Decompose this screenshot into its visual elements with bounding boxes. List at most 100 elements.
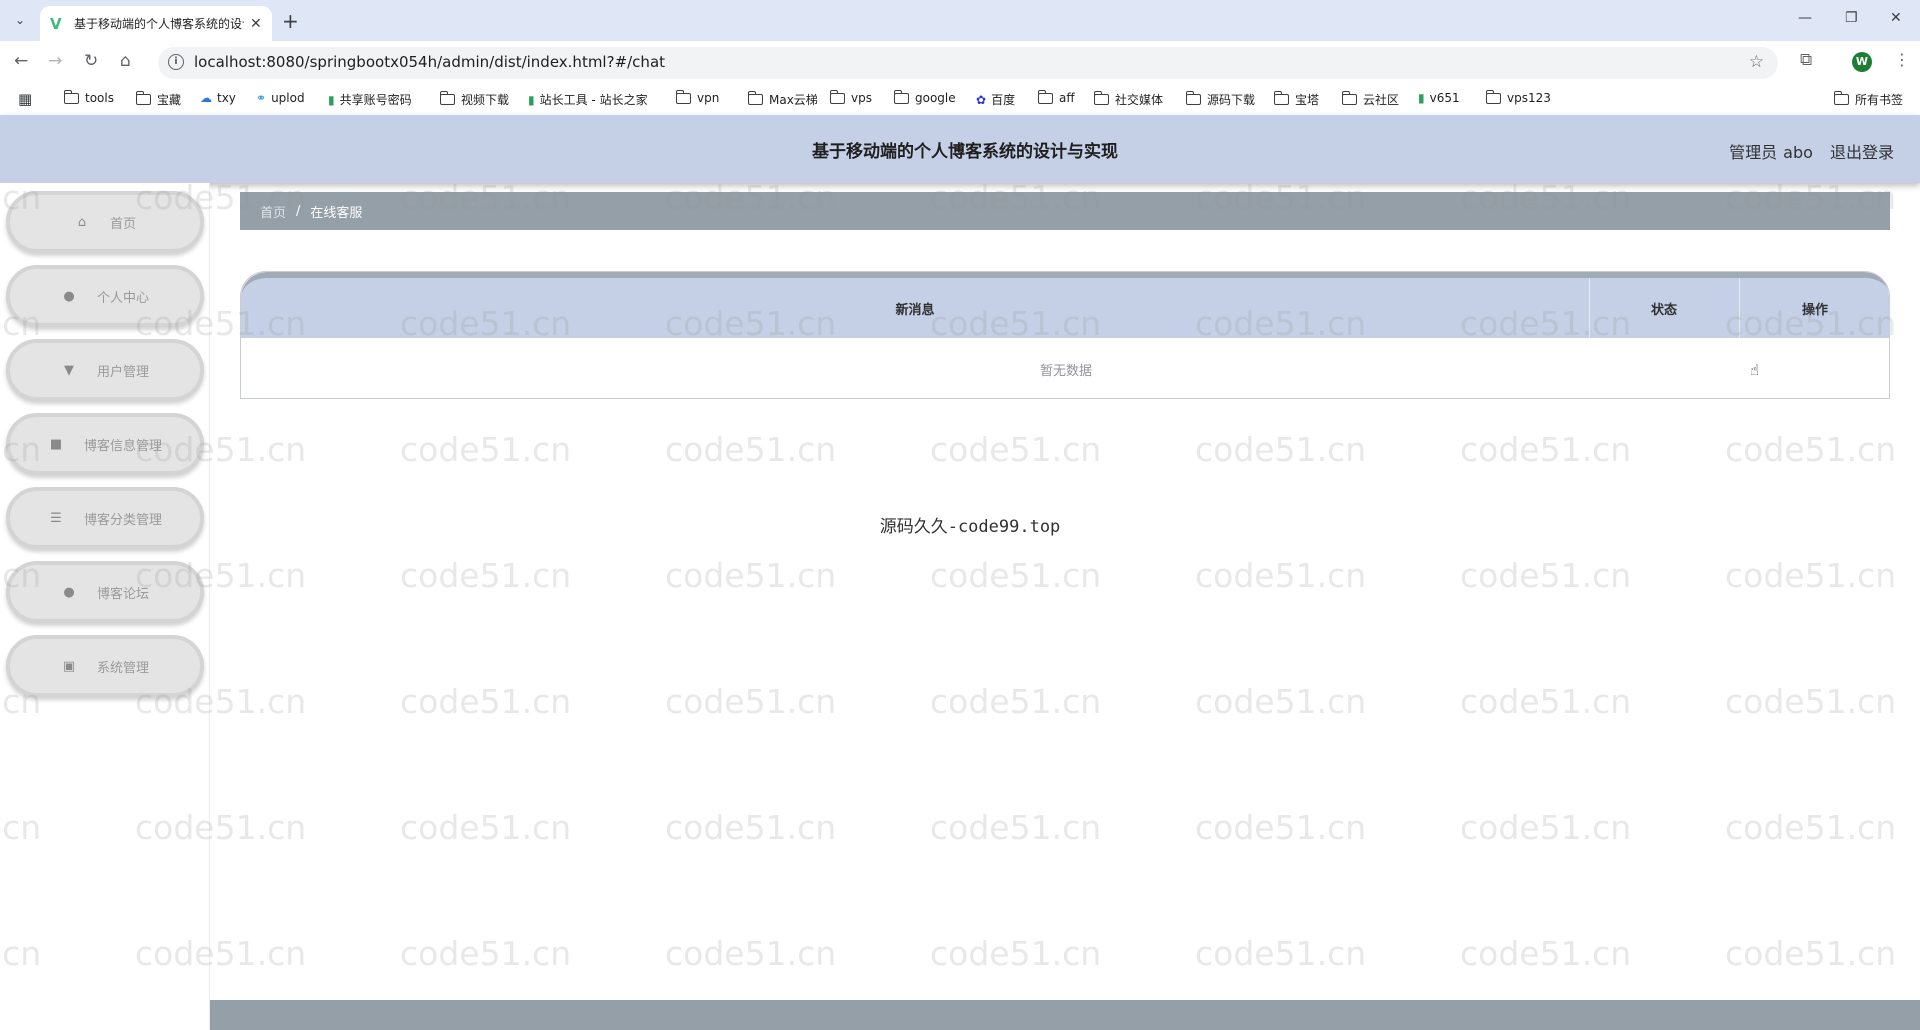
bookmark-item[interactable]: tools — [63, 89, 114, 105]
home-browser-icon[interactable]: ⌂ — [120, 51, 131, 71]
reload-icon[interactable]: ↻ — [84, 51, 98, 71]
watermark-text: code51.cn — [665, 430, 837, 469]
back-arrow-icon[interactable]: ← — [14, 51, 28, 71]
browser-toolbar: ← → ↻ ⌂ i localhost:8080/springbootx054h… — [0, 41, 1920, 85]
hand-cursor-icon: ☝ — [1750, 361, 1760, 379]
site-info-icon[interactable]: i — [168, 54, 184, 70]
bookmark-item[interactable]: 云社区 — [1341, 91, 1399, 108]
browser-tab-active[interactable]: V 基于移动端的个人博客系统的设计与实现 ✕ — [40, 6, 272, 41]
breadcrumb: 首页 / 在线客服 — [240, 192, 1890, 230]
sidebar-item-blog-forum[interactable]: ● 博客论坛 — [6, 561, 204, 623]
user-name: abo — [1783, 143, 1813, 162]
bookmark-label: txy — [217, 91, 236, 105]
sidebar-item-label: 博客信息管理 — [83, 438, 162, 454]
folder-icon — [439, 91, 455, 105]
bookmark-item[interactable]: vpn — [675, 89, 719, 105]
bookmark-label: uplod — [271, 91, 305, 105]
tab-title: 基于移动端的个人博客系统的设计与实现 — [74, 17, 244, 31]
bookmark-item[interactable]: ▮ v651 — [1418, 91, 1460, 105]
address-url[interactable]: localhost:8080/springbootx054h/admin/dis… — [194, 53, 665, 71]
folder-icon — [1833, 91, 1849, 105]
bookmark-item[interactable]: vps123 — [1485, 89, 1551, 105]
sidebar-item-blog-info[interactable]: ■ 博客信息管理 — [6, 413, 204, 475]
watermark-text: code51.cn — [665, 556, 837, 595]
watermark-text: code51.cn — [1195, 682, 1367, 721]
folder-icon — [1093, 91, 1109, 105]
extensions-icon[interactable]: ⧉ — [1800, 50, 1812, 70]
watermark-text: code51.cn — [400, 556, 572, 595]
bookmark-item[interactable]: 源码下载 — [1185, 91, 1255, 108]
browser-tabstrip: ⌄ V 基于移动端的个人博客系统的设计与实现 ✕ + — ❐ ✕ — [0, 0, 1920, 41]
watermark-text: code51.cn — [400, 430, 572, 469]
sidebar-item-personal-center[interactable]: ● 个人中心 — [6, 265, 204, 327]
minimize-icon[interactable]: — — [1798, 10, 1812, 26]
sidebar-item-user-management[interactable]: ▼ 用户管理 — [6, 339, 204, 401]
bookmark-item[interactable]: ⚭ uplod — [256, 91, 305, 105]
logout-link[interactable]: 退出登录 — [1830, 143, 1894, 162]
bookmark-label: google — [915, 91, 956, 105]
window-close-icon[interactable]: ✕ — [1890, 10, 1902, 26]
sidebar-item-home[interactable]: ⌂ 首页 — [6, 191, 204, 253]
folder-icon — [675, 89, 691, 104]
bookmark-item[interactable]: ☁ txy — [200, 91, 236, 105]
bookmark-label: 百度 — [991, 93, 1016, 107]
bookmark-item[interactable]: 宝塔 — [1273, 91, 1320, 108]
watermark-text: code51.cn — [1195, 556, 1367, 595]
user-role: 管理员 — [1729, 143, 1778, 162]
watermark-text: code51.cn — [665, 934, 837, 973]
breadcrumb-home[interactable]: 首页 — [260, 202, 286, 221]
cloud-icon: ☁ — [200, 91, 212, 105]
watermark-text: code51.cn — [930, 430, 1102, 469]
bookmark-item[interactable]: google — [893, 89, 956, 105]
new-tab-button[interactable]: + — [282, 9, 299, 33]
bookmarks-bar: ▦ tools 宝藏 ☁ txy ⚭ uplod ▮ 共享账号密码 视频下载 ▮ 站长工具 - 站长… — [0, 85, 1920, 115]
watermark-text: code51.cn — [665, 808, 837, 847]
bookmark-item[interactable]: ▮ 站长工具 - 站长之家 — [528, 91, 648, 108]
bookmark-item[interactable]: ✿ 百度 — [976, 91, 1015, 108]
folder-icon — [893, 89, 909, 104]
forward-arrow-icon[interactable]: → — [48, 51, 62, 71]
bookmark-item[interactable]: 社交媒体 — [1093, 91, 1163, 108]
profile-avatar[interactable]: W — [1852, 52, 1872, 72]
clipboard-icon: ▣ — [62, 658, 76, 674]
sidebar-item-label: 首页 — [109, 216, 136, 232]
user-info: 管理员 abo 退出登录 — [1723, 139, 1894, 163]
folder-icon — [1485, 89, 1501, 104]
bookmark-item[interactable]: aff — [1037, 89, 1075, 105]
sidebar-item-label: 个人中心 — [96, 290, 149, 306]
watermark-text: code51.cn — [1195, 934, 1367, 973]
bookmark-item[interactable]: ▮ 共享账号密码 — [328, 91, 412, 108]
browser-menu-icon[interactable]: ⋮ — [1894, 50, 1910, 69]
tab-list-chevron-icon[interactable]: ⌄ — [8, 8, 32, 32]
bookmark-label: 视频下载 — [461, 93, 510, 107]
bookmark-item[interactable]: vps — [829, 89, 872, 105]
page-title: 基于移动端的个人博客系统的设计与实现 — [812, 142, 1118, 162]
watermark-text: code51.cn — [1460, 934, 1632, 973]
folder-icon — [1273, 91, 1289, 105]
address-bar[interactable]: i localhost:8080/springbootx054h/admin/d… — [158, 47, 1778, 79]
breadcrumb-current: 在线客服 — [310, 205, 363, 221]
all-bookmarks[interactable]: 所有书签 — [1833, 91, 1903, 108]
bookmark-label: vps — [851, 91, 872, 105]
bookmark-label: 宝塔 — [1295, 93, 1320, 107]
sidebar-item-label: 用户管理 — [96, 364, 149, 380]
watermark-text: code51.cn — [665, 682, 837, 721]
bookmark-item[interactable]: Max云梯 — [747, 91, 818, 108]
bookmark-label: 共享账号密码 — [339, 93, 412, 107]
bookmark-star-icon[interactable]: ☆ — [1749, 52, 1764, 72]
bookmark-item[interactable]: 视频下载 — [439, 91, 510, 108]
apps-grid-icon[interactable]: ▦ — [18, 90, 32, 108]
footer-source-text: 源码久久-code99.top — [879, 517, 1061, 537]
tab-close-icon[interactable]: ✕ — [250, 16, 262, 32]
folder-icon — [135, 91, 151, 105]
watermark-text: code51.cn — [930, 556, 1102, 595]
site-icon: ▮ — [328, 92, 335, 107]
sidebar-item-system[interactable]: ▣ 系统管理 — [6, 635, 204, 697]
table-header: 新消息 状态 操作 — [241, 272, 1889, 338]
briefcase-icon: ■ — [49, 436, 63, 452]
folder-icon — [1037, 89, 1053, 104]
restore-icon[interactable]: ❐ — [1845, 10, 1858, 26]
bookmark-label: 站长工具 - 站长之家 — [539, 93, 648, 107]
watermark-text: code51.cn — [1460, 556, 1632, 595]
bookmark-item[interactable]: 宝藏 — [135, 91, 181, 108]
